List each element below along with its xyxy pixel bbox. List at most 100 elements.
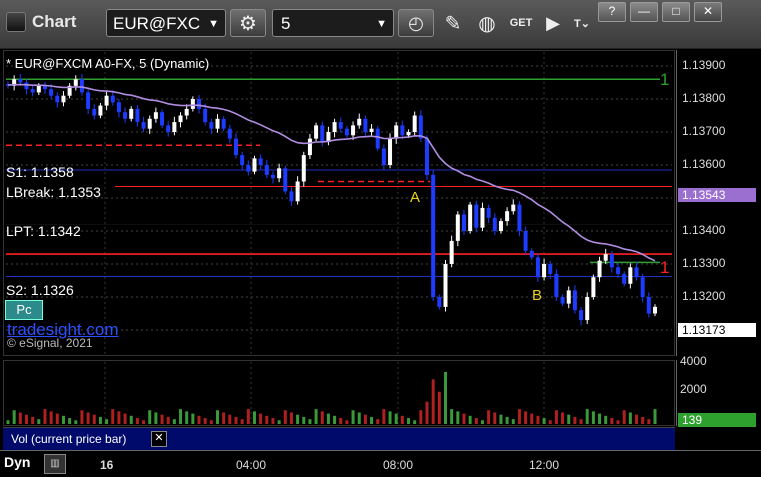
close-icon[interactable]: ✕: [151, 431, 167, 447]
volume-axis-2000: 2000: [680, 382, 707, 396]
candle-body: [166, 125, 171, 132]
dynamic-mode-label[interactable]: Dyn: [4, 454, 30, 470]
volume-bar: [333, 415, 337, 424]
volume-bar: [271, 418, 275, 424]
price-axis-tick: 1.13400: [682, 223, 726, 237]
volume-bar: [530, 413, 534, 424]
price-axis-tick: 1.13700: [682, 124, 726, 138]
candle-body: [283, 168, 288, 192]
volume-bar: [425, 401, 429, 424]
volume-bar: [172, 419, 176, 424]
candle-body: [73, 79, 78, 86]
volume-bar: [326, 413, 330, 424]
chart-canvas: [6, 52, 672, 425]
candle-body: [363, 118, 368, 132]
candle-body: [375, 128, 380, 149]
price-axis-tick: 1.13800: [682, 91, 726, 105]
candle-body: [264, 165, 269, 175]
candle-body: [437, 297, 442, 307]
candle-body: [560, 297, 565, 304]
candle-body: [98, 105, 103, 116]
volume-bar: [148, 410, 152, 424]
volume-bar: [487, 410, 491, 424]
candle-body: [277, 168, 282, 179]
volume-bar: [573, 416, 577, 424]
candle-body: [215, 118, 220, 129]
volume-bar: [394, 413, 398, 424]
volume-bar: [179, 409, 183, 424]
volume-bar: [628, 412, 632, 424]
volume-bar: [111, 409, 115, 424]
candle-body: [252, 158, 257, 172]
candle-body: [412, 115, 417, 132]
candle-body: [221, 118, 226, 129]
volume-bar: [135, 418, 139, 424]
volume-bar: [548, 420, 552, 424]
volume-bar: [123, 413, 127, 424]
volume-current-tag: 139: [678, 413, 756, 427]
volume-bar: [610, 418, 614, 424]
volume-bar: [591, 411, 595, 424]
candle-body: [344, 128, 349, 136]
time-axis[interactable]: Dyn ▥ 16 04:00 08:00 12:00: [0, 450, 761, 477]
s2-label: S2: 1.1326: [6, 282, 74, 298]
time-label-0800: 08:00: [383, 458, 414, 472]
volume-bar: [320, 411, 324, 424]
candle-body: [24, 82, 29, 90]
volume-bar: [80, 410, 84, 424]
candle-body: [585, 297, 590, 321]
volume-bar: [191, 413, 195, 424]
volume-bar: [567, 414, 571, 424]
candle-body: [314, 125, 319, 139]
candle-body: [505, 211, 510, 222]
pc-button[interactable]: Pc: [5, 300, 43, 320]
candle-body: [172, 122, 177, 132]
candle-body: [634, 267, 639, 278]
candle-body: [110, 95, 115, 103]
volume-bar: [228, 414, 232, 424]
candle-body: [474, 204, 479, 228]
volume-bar: [296, 414, 300, 424]
volume-bar: [622, 410, 626, 424]
volume-bar: [55, 413, 59, 424]
candle-body: [92, 108, 97, 116]
candle-body: [381, 148, 386, 165]
copyright-label: © eSignal, 2021: [7, 336, 93, 350]
scale-icon[interactable]: ▥: [44, 454, 66, 474]
volume-bar: [376, 419, 380, 424]
volume-bar: [12, 410, 16, 424]
volume-axis-4000: 4000: [680, 354, 707, 368]
candle-body: [203, 108, 208, 123]
volume-bar: [561, 412, 565, 424]
volume-bar: [647, 419, 651, 424]
volume-bar: [388, 411, 392, 424]
candle-body: [603, 254, 608, 261]
candle-body: [49, 89, 54, 96]
volume-bar: [598, 413, 602, 424]
candle-body: [36, 85, 41, 93]
candle-body: [542, 264, 547, 278]
time-label-0400: 04:00: [236, 458, 267, 472]
candle-body: [307, 138, 312, 156]
price-axis-tick: 1.13900: [682, 58, 726, 72]
price-axis-tick: 1.13600: [682, 157, 726, 171]
volume-bar: [24, 414, 28, 424]
volume-bar: [604, 415, 608, 424]
volume-bar: [351, 410, 355, 424]
candle-body: [461, 214, 466, 231]
candle-body: [492, 217, 497, 231]
volume-bar: [98, 416, 102, 424]
volume-bar: [474, 418, 478, 424]
volume-bar: [259, 413, 263, 424]
candle-body: [622, 273, 627, 284]
volume-bar: [197, 415, 201, 424]
volume-bar: [505, 416, 509, 424]
volume-bar: [289, 412, 293, 424]
volume-bar: [185, 411, 189, 424]
candle-body: [548, 264, 553, 274]
volume-bar: [616, 420, 620, 424]
volume-bar: [61, 415, 65, 424]
candle-body: [609, 254, 614, 268]
candle-body: [653, 306, 657, 314]
candle-body: [227, 128, 232, 139]
